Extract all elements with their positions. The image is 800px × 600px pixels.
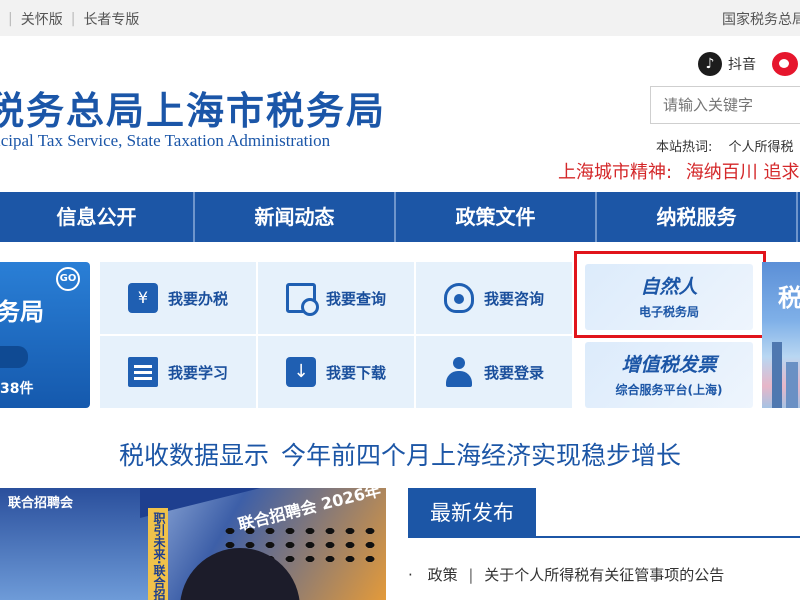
weibo-link[interactable] [772, 52, 798, 76]
promo-banner[interactable]: 务局 GO 38件 [0, 262, 90, 408]
site-subtitle: icipal Tax Service, State Taxation Admin… [0, 131, 331, 150]
city-spirit: 上海城市精神: 海纳百川 追求 [558, 158, 800, 184]
news-title: 关于个人所得税有关征管事项的公告 [484, 566, 725, 584]
service-tax-handling[interactable]: 我要办税 [100, 262, 258, 336]
site-title: 税务总局上海市税务局 [0, 89, 387, 133]
nav-item-policy[interactable]: 政策文件 [396, 192, 597, 242]
care-version-link[interactable]: 关怀版 [21, 9, 63, 29]
service-consult[interactable]: 我要咨询 [416, 262, 574, 336]
service-label: 我要登录 [483, 363, 544, 382]
go-badge-icon: GO [56, 267, 80, 291]
login-user-icon [444, 357, 474, 387]
service-label: 我要办税 [167, 289, 228, 308]
accessibility-links: | 关怀版 | 长者专版 [0, 9, 139, 29]
latest-release-tab[interactable]: 最新发布 [408, 488, 536, 538]
highlight-box [574, 251, 766, 338]
service-label: 我要咨询 [483, 289, 544, 308]
photo-board-text: 联合招聘会 [8, 496, 74, 511]
card-title: 增值税发票 [621, 354, 717, 376]
news-photo[interactable]: 联合招聘会 联合招聘会 2026年 职引未来·联合招聘会 [0, 488, 386, 600]
headline-news[interactable]: 税收数据显示 今年前四个月上海经济实现稳步增长 [0, 436, 800, 472]
nav-item-tax-service[interactable]: 纳税服务 [597, 192, 798, 242]
headline-part: 今年前四个月上海经济实现稳步增长 [281, 441, 682, 470]
side-banner-char: 税 [778, 284, 800, 312]
nav-item-news[interactable]: 新闻动态 [195, 192, 396, 242]
news-item[interactable]: · 政策 | 关于个人所得税有关征管事项的公告 [408, 564, 724, 585]
vat-invoice-card[interactable]: 增值税发票 综合服务平台(上海) [585, 342, 753, 408]
city-spirit-label: 上海城市精神: [558, 162, 673, 183]
service-label: 我要学习 [167, 363, 228, 382]
tax-handling-icon [127, 283, 158, 313]
weibo-icon [772, 52, 798, 76]
service-label: 我要查询 [325, 289, 386, 308]
service-login[interactable]: 我要登录 [416, 336, 574, 410]
hot-word-link[interactable]: 个人所得税 [729, 140, 794, 155]
promo-title: 务局 [0, 298, 44, 326]
tiktok-icon: ♪ [698, 52, 722, 76]
news-category: 政策 [427, 566, 458, 584]
side-banner-image[interactable]: 税 [762, 262, 800, 408]
promo-bar [0, 346, 28, 368]
sta-link[interactable]: 国家税务总局 [722, 9, 800, 29]
learn-book-icon [127, 357, 158, 387]
skyline-shape [786, 362, 798, 408]
consult-headset-icon [443, 283, 474, 313]
divider: | [70, 11, 76, 27]
elderly-version-link[interactable]: 长者专版 [83, 9, 139, 29]
divider: | [8, 11, 13, 27]
bullet-icon: · [408, 566, 413, 584]
tiktok-link[interactable]: ♪ 抖音 [698, 52, 756, 76]
service-label: 我要下载 [325, 363, 386, 382]
search-input[interactable] [650, 86, 800, 124]
service-learn[interactable]: 我要学习 [100, 336, 258, 410]
hot-words: 本站热词: 个人所得税 [656, 136, 794, 155]
service-download[interactable]: 我要下载 [258, 336, 416, 410]
divider: | [468, 566, 474, 584]
hot-words-label: 本站热词: [656, 140, 713, 155]
skyline-shape [772, 342, 782, 408]
service-query[interactable]: 我要查询 [258, 262, 416, 336]
top-utility-bar: | 关怀版 | 长者专版 国家税务总局 [0, 0, 800, 36]
nav-item-info-disclosure[interactable]: 信息公开 [0, 192, 195, 242]
city-spirit-text: 海纳百川 追求 [685, 162, 800, 183]
headline-part: 税收数据显示 [118, 441, 269, 470]
service-grid: 我要办税 我要查询 我要咨询 我要学习 我要下载 我要登录 [100, 262, 574, 410]
tiktok-label: 抖音 [728, 57, 756, 73]
photo-column-text: 职引未来·联合招聘会 [152, 512, 166, 600]
card-subtitle: 综合服务平台(上海) [615, 383, 723, 397]
download-icon [285, 357, 316, 387]
promo-count: 38件 [0, 381, 34, 397]
latest-divider [408, 536, 800, 538]
main-nav: 信息公开 新闻动态 政策文件 纳税服务 [0, 192, 800, 242]
query-icon [285, 283, 319, 316]
